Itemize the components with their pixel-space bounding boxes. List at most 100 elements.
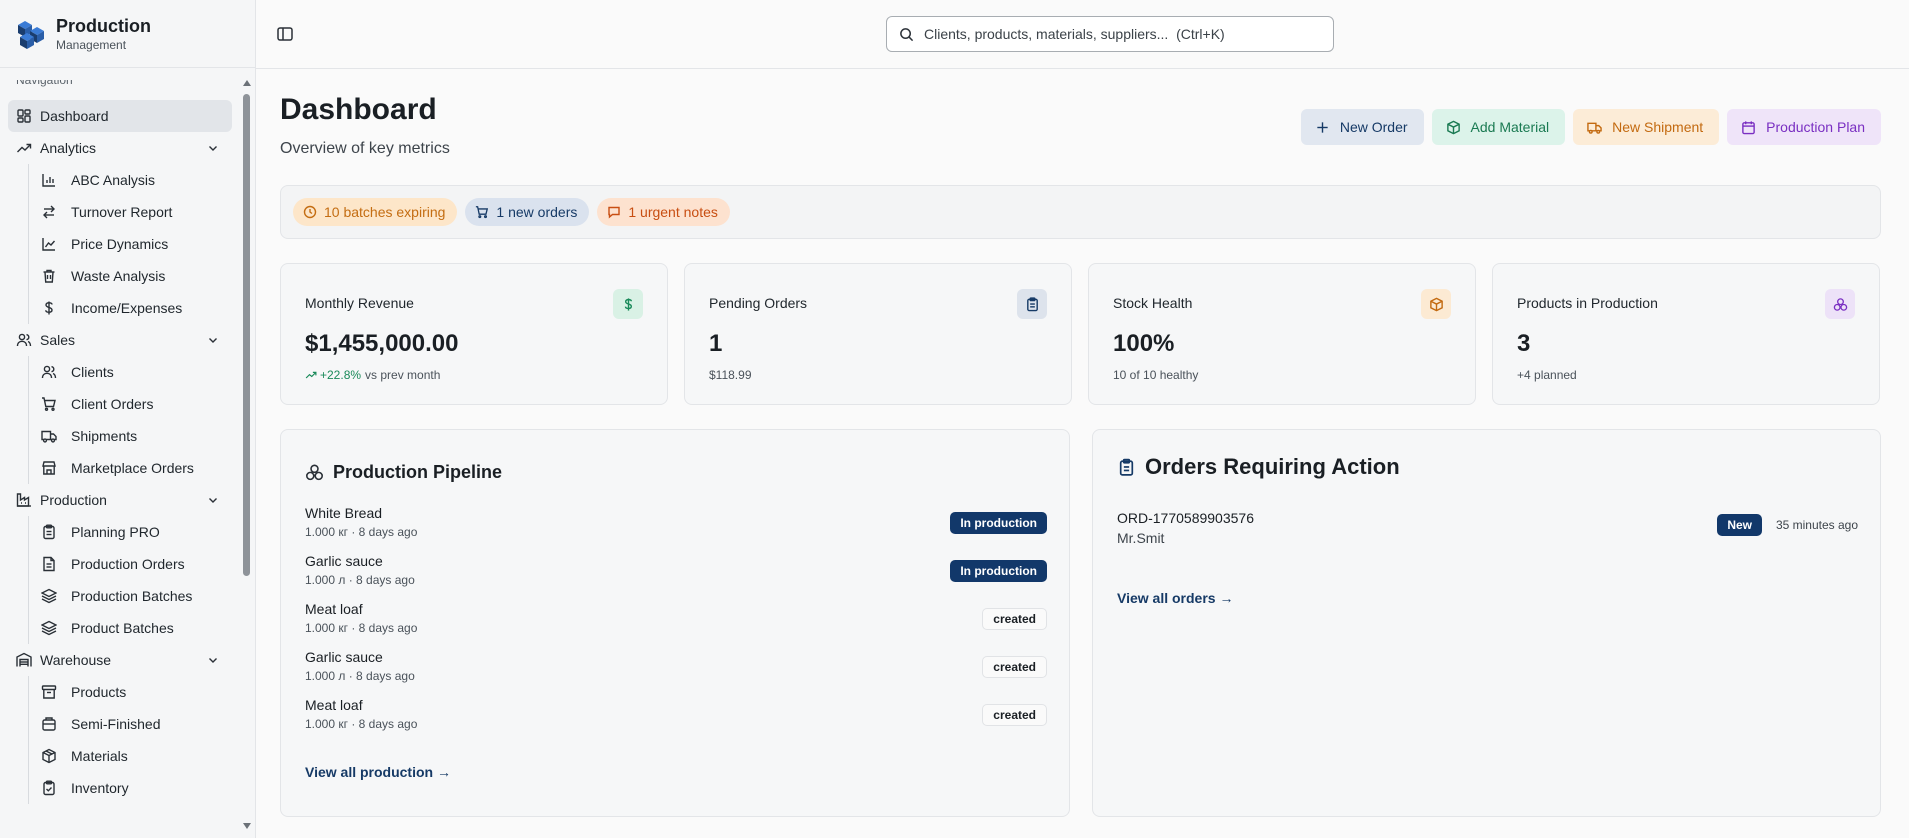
users-icon xyxy=(16,333,32,347)
pill-label: 10 batches expiring xyxy=(324,204,446,220)
topbar xyxy=(256,0,1909,69)
order-id: ORD-1770589903576 xyxy=(1117,510,1254,526)
order-row[interactable]: ORD-1770589903576 Mr.Smit New 35 minutes… xyxy=(1117,510,1858,550)
stat-value: 1 xyxy=(709,330,723,357)
new-shipment-button[interactable]: New Shipment xyxy=(1573,109,1720,145)
sidebar-item-label: Client Orders xyxy=(71,396,154,412)
pipeline-meta: 1.000 кг · 8 days ago xyxy=(305,621,418,635)
chevron-down-icon xyxy=(209,498,217,503)
sidebar-item-planning-pro[interactable]: Planning PRO xyxy=(39,516,238,548)
page-title: Dashboard xyxy=(280,93,437,126)
sidebar: Production Management Navigation Dashboa… xyxy=(0,0,256,838)
status-badge: created xyxy=(982,608,1047,630)
search-input[interactable] xyxy=(924,26,1304,42)
sidebar-item-price-dynamics[interactable]: Price Dynamics xyxy=(39,228,238,260)
pipeline-meta: 1.000 л · 8 days ago xyxy=(305,573,415,587)
clipboard-check-icon xyxy=(43,780,55,796)
button-label: Add Material xyxy=(1470,119,1550,135)
sidebar-item-production-orders[interactable]: Production Orders xyxy=(39,548,238,580)
expiring-batches-pill[interactable]: 10 batches expiring xyxy=(293,198,458,226)
sidebar-item-client-orders[interactable]: Client Orders xyxy=(39,388,238,420)
sidebar-item-label: Production Orders xyxy=(71,556,185,572)
stat-card-stock-health[interactable]: Stock Health 100% 10 of 10 healthy xyxy=(1088,263,1476,405)
view-all-production-link[interactable]: View all production → xyxy=(305,764,451,780)
scrollbar-thumb[interactable] xyxy=(243,94,250,576)
warehouse-icon xyxy=(16,652,32,667)
view-all-orders-link[interactable]: View all orders → xyxy=(1117,590,1233,606)
sidebar-item-production-batches[interactable]: Production Batches xyxy=(39,580,238,612)
pipeline-row[interactable]: White Bread 1.000 кг · 8 days ago In pro… xyxy=(305,505,1047,549)
sidebar-item-semi-finished[interactable]: Semi-Finished xyxy=(39,708,238,740)
sidebar-group-label: Warehouse xyxy=(40,652,112,668)
sidebar-group-label: Production xyxy=(40,492,107,508)
sidebar-group-warehouse[interactable]: Warehouse xyxy=(8,644,232,676)
trending-up-icon xyxy=(305,371,317,379)
sidebar-item-dashboard[interactable]: Dashboard xyxy=(8,100,232,132)
sidebar-item-products[interactable]: Products xyxy=(39,676,238,708)
chevron-down-icon xyxy=(209,658,217,663)
search-box[interactable] xyxy=(886,16,1334,52)
pipeline-product: White Bread xyxy=(305,505,383,521)
quick-actions: New Order Add Material New Shipment Prod… xyxy=(1300,109,1881,145)
stat-card-pending-orders[interactable]: Pending Orders 1 $118.99 xyxy=(684,263,1072,405)
stat-label: Stock Health xyxy=(1113,295,1193,311)
sidebar-item-label: Semi-Finished xyxy=(71,716,161,732)
chevron-down-icon xyxy=(209,338,217,343)
pipeline-row[interactable]: Meat loaf 1.000 кг · 8 days ago created xyxy=(305,697,1047,741)
pipeline-row[interactable]: Meat loaf 1.000 кг · 8 days ago created xyxy=(305,601,1047,645)
trend-note: vs prev month xyxy=(365,368,441,382)
arrows-swap-icon xyxy=(43,205,55,219)
sidebar-toggle-icon[interactable] xyxy=(276,25,294,43)
sidebar-item-turnover-report[interactable]: Turnover Report xyxy=(39,196,238,228)
sidebar-item-waste-analysis[interactable]: Waste Analysis xyxy=(39,260,238,292)
sidebar-item-label: Planning PRO xyxy=(71,524,160,540)
sidebar-item-marketplace-orders[interactable]: Marketplace Orders xyxy=(39,452,238,484)
production-plan-button[interactable]: Production Plan xyxy=(1727,109,1881,145)
package-icon xyxy=(1446,120,1460,134)
sidebar-item-income-expenses[interactable]: Income/Expenses xyxy=(39,292,238,324)
stat-note: $118.99 xyxy=(709,368,752,382)
sidebar-group-sales[interactable]: Sales xyxy=(8,324,232,356)
sidebar-item-clients[interactable]: Clients xyxy=(39,356,238,388)
sidebar-item-shipments[interactable]: Shipments xyxy=(39,420,238,452)
analytics-subnav: ABC Analysis Turnover Report Price Dynam… xyxy=(28,164,238,324)
urgent-notes-pill[interactable]: 1 urgent notes xyxy=(597,198,730,226)
stat-note: 10 of 10 healthy xyxy=(1113,368,1199,382)
search-icon xyxy=(900,27,914,41)
pipeline-row[interactable]: Garlic sauce 1.000 л · 8 days ago create… xyxy=(305,649,1047,693)
sidebar-item-materials[interactable]: Materials xyxy=(39,740,238,772)
sidebar-item-product-batches[interactable]: Product Batches xyxy=(39,612,238,644)
stat-card-revenue[interactable]: Monthly Revenue $1,455,000.00 +22.8% vs … xyxy=(280,263,668,405)
sidebar-item-label: Inventory xyxy=(71,780,129,796)
sidebar-item-inventory[interactable]: Inventory xyxy=(39,772,238,804)
sidebar-item-abc-analysis[interactable]: ABC Analysis xyxy=(39,164,238,196)
sidebar-nav: Navigation Dashboard Analytics ABC Analy… xyxy=(0,80,238,838)
brand-subtitle: Management xyxy=(56,37,127,52)
trend: +22.8% xyxy=(305,368,361,382)
panel-title-text: Orders Requiring Action xyxy=(1145,454,1400,479)
truck-icon xyxy=(41,430,57,443)
order-time: 35 minutes ago xyxy=(1775,518,1858,532)
sidebar-group-analytics[interactable]: Analytics xyxy=(8,132,232,164)
new-order-button[interactable]: New Order xyxy=(1300,109,1424,145)
boxes-icon xyxy=(1825,289,1855,319)
sidebar-scrollbar[interactable] xyxy=(240,80,254,834)
plus-icon xyxy=(1317,121,1328,133)
status-badge: created xyxy=(982,704,1047,726)
sidebar-item-label: Materials xyxy=(71,748,128,764)
brand[interactable]: Production Management xyxy=(0,0,255,68)
scroll-down-arrow-icon[interactable] xyxy=(243,823,251,829)
stat-card-products-in-production[interactable]: Products in Production 3 +4 planned xyxy=(1492,263,1880,405)
trend-value: +22.8% xyxy=(320,368,362,382)
sidebar-group-production[interactable]: Production xyxy=(8,484,232,516)
pipeline-row[interactable]: Garlic sauce 1.000 л · 8 days ago In pro… xyxy=(305,553,1047,597)
clipboard-icon xyxy=(1119,458,1134,476)
truck-icon xyxy=(1587,122,1602,134)
scroll-up-arrow-icon[interactable] xyxy=(243,80,251,86)
new-orders-pill[interactable]: 1 new orders xyxy=(465,198,590,226)
stat-label: Monthly Revenue xyxy=(305,295,414,311)
pipeline-product: Garlic sauce xyxy=(305,649,383,665)
add-material-button[interactable]: Add Material xyxy=(1431,109,1566,145)
warehouse-subnav: Products Semi-Finished Materials Invento… xyxy=(28,676,238,804)
alerts-bar: 10 batches expiring 1 new orders 1 urgen… xyxy=(280,185,1881,239)
